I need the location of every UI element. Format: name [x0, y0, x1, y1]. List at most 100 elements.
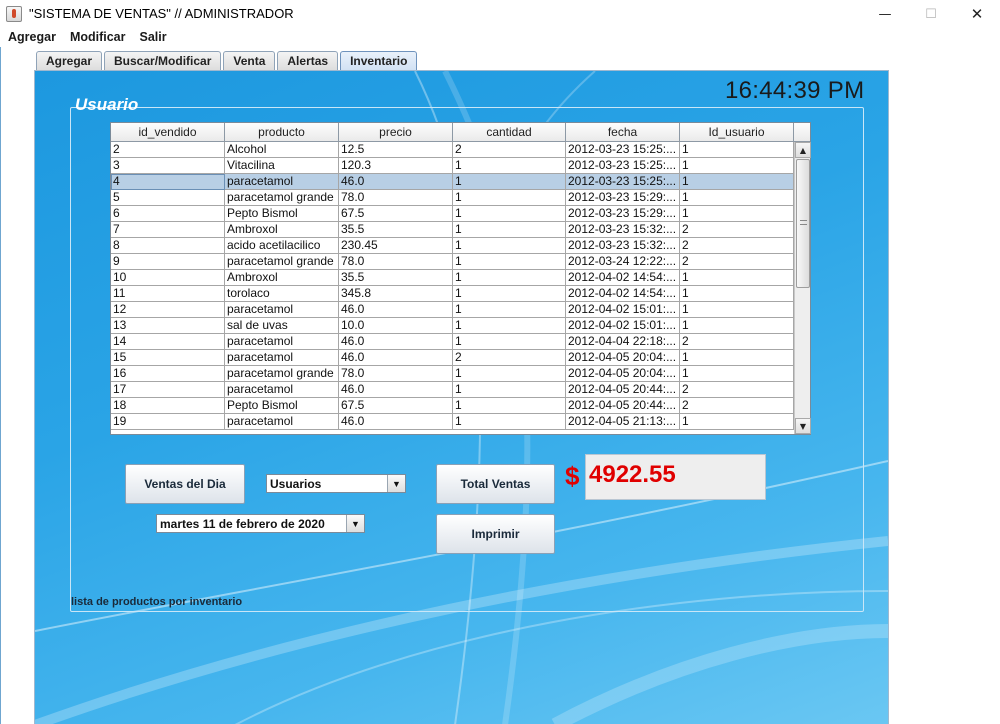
table-row[interactable]: 10 Ambroxol 35.5 1 2012-04-02 14:54:... 1 — [111, 270, 794, 286]
table-cell[interactable]: 10 — [111, 270, 225, 286]
table-cell[interactable]: 46.0 — [339, 350, 453, 366]
table-cell[interactable]: 1 — [453, 174, 566, 190]
table-cell[interactable]: 1 — [453, 398, 566, 414]
table-cell[interactable]: 2 — [453, 142, 566, 158]
table-cell[interactable]: 2012-04-02 15:01:... — [566, 318, 680, 334]
maximize-button[interactable]: ☐ — [908, 0, 954, 28]
chevron-down-icon[interactable]: ▼ — [387, 475, 405, 492]
menu-salir[interactable]: Salir — [132, 28, 173, 47]
tab-alertas[interactable]: Alertas — [277, 51, 339, 71]
table-cell[interactable]: 46.0 — [339, 302, 453, 318]
table-cell[interactable]: Alcohol — [225, 142, 339, 158]
table-cell[interactable]: 2012-04-05 20:04:... — [566, 350, 680, 366]
table-row[interactable]: 11 torolaco 345.8 1 2012-04-02 14:54:... 1 — [111, 286, 794, 302]
table-cell[interactable]: paracetamol — [225, 414, 339, 430]
table-cell[interactable]: 1 — [453, 366, 566, 382]
column-header-cantidad[interactable]: cantidad — [453, 123, 566, 142]
table-cell[interactable]: 1 — [453, 254, 566, 270]
table-cell[interactable]: 2012-03-23 15:25:... — [566, 158, 680, 174]
table-cell[interactable]: 2 — [680, 398, 794, 414]
table-cell[interactable]: 1 — [453, 238, 566, 254]
table-cell[interactable]: 2012-04-02 14:54:... — [566, 270, 680, 286]
table-cell[interactable]: 1 — [453, 414, 566, 430]
table-cell[interactable]: 12.5 — [339, 142, 453, 158]
menu-agregar[interactable]: Agregar — [0, 28, 62, 47]
table-row[interactable]: 14 paracetamol 46.0 1 2012-04-04 22:18:... 2 — [111, 334, 794, 350]
table-cell[interactable]: acido acetilacilico — [225, 238, 339, 254]
table-cell[interactable]: paracetamol — [225, 302, 339, 318]
table-cell[interactable]: 5 — [111, 190, 225, 206]
scroll-up-arrow-icon[interactable]: ▲ — [795, 142, 811, 158]
table-cell[interactable]: 16 — [111, 366, 225, 382]
table-cell[interactable]: 1 — [453, 286, 566, 302]
table-cell[interactable]: paracetamol — [225, 334, 339, 350]
table-row[interactable]: 13 sal de uvas 10.0 1 2012-04-02 15:01:... 1 — [111, 318, 794, 334]
table-cell[interactable]: 1 — [453, 382, 566, 398]
date-combo[interactable]: martes 11 de febrero de 2020 ▼ — [156, 514, 365, 533]
table-row[interactable]: 9 paracetamol grande 78.0 1 2012-03-24 12:22… — [111, 254, 794, 270]
table-cell[interactable]: 13 — [111, 318, 225, 334]
table-cell[interactable]: 2012-04-04 22:18:... — [566, 334, 680, 350]
table-cell[interactable]: 11 — [111, 286, 225, 302]
tab-inventario[interactable]: Inventario — [340, 51, 418, 72]
table-cell[interactable]: 1 — [680, 350, 794, 366]
table-cell[interactable]: 46.0 — [339, 382, 453, 398]
table-row[interactable]: 19 paracetamol 46.0 1 2012-04-05 21:13:... 1 — [111, 414, 794, 430]
table-cell[interactable]: Ambroxol — [225, 270, 339, 286]
table-cell[interactable]: 2 — [680, 238, 794, 254]
vertical-scrollbar[interactable]: ▲ ▼ — [794, 142, 811, 434]
chevron-down-icon[interactable]: ▼ — [346, 515, 364, 532]
table-cell[interactable]: paracetamol — [225, 174, 339, 190]
table-cell[interactable]: 1 — [680, 174, 794, 190]
table-cell[interactable]: Vitacilina — [225, 158, 339, 174]
table-cell[interactable]: 2012-03-23 15:25:... — [566, 142, 680, 158]
table-cell[interactable]: 1 — [680, 302, 794, 318]
table-cell[interactable]: 2012-04-05 20:04:... — [566, 366, 680, 382]
table-cell[interactable]: 1 — [680, 206, 794, 222]
table-cell[interactable]: 78.0 — [339, 254, 453, 270]
table-row[interactable]: 3 Vitacilina 120.3 1 2012-03-23 15:25:... 1 — [111, 158, 794, 174]
table-cell[interactable]: paracetamol — [225, 382, 339, 398]
table-cell[interactable]: 1 — [680, 270, 794, 286]
table-cell[interactable]: 2012-03-23 15:32:... — [566, 222, 680, 238]
table-cell[interactable]: 2 — [680, 222, 794, 238]
close-button[interactable]: ✕ — [954, 0, 1000, 28]
table-cell[interactable]: Pepto Bismol — [225, 206, 339, 222]
table-row[interactable]: 15 paracetamol 46.0 2 2012-04-05 20:04:... 1 — [111, 350, 794, 366]
table-row[interactable]: 4 paracetamol 46.0 1 2012-03-23 15:25:... 1 — [111, 174, 794, 190]
imprimir-button[interactable]: Imprimir — [436, 514, 555, 554]
table-cell[interactable]: sal de uvas — [225, 318, 339, 334]
table-cell[interactable]: 1 — [680, 286, 794, 302]
table-cell[interactable]: 12 — [111, 302, 225, 318]
table-cell[interactable]: 35.5 — [339, 222, 453, 238]
table-cell[interactable]: 4 — [111, 174, 225, 190]
table-cell[interactable]: 2 — [453, 350, 566, 366]
table-cell[interactable]: 1 — [680, 318, 794, 334]
total-ventas-button[interactable]: Total Ventas — [436, 464, 555, 504]
column-header-producto[interactable]: producto — [225, 123, 339, 142]
table-row[interactable]: 5 paracetamol grande 78.0 1 2012-03-23 15:29… — [111, 190, 794, 206]
column-header-id-vendido[interactable]: id_vendido — [111, 123, 225, 142]
table-body[interactable]: 2 Alcohol 12.5 2 2012-03-23 15:25:... 1 3 Vitac… — [111, 142, 794, 434]
table-cell[interactable]: 1 — [453, 206, 566, 222]
table-cell[interactable]: 2012-04-05 20:44:... — [566, 382, 680, 398]
table-cell[interactable]: 2 — [680, 382, 794, 398]
table-row[interactable]: 7 Ambroxol 35.5 1 2012-03-23 15:32:... 2 — [111, 222, 794, 238]
table-cell[interactable]: 1 — [453, 190, 566, 206]
table-cell[interactable]: 67.5 — [339, 206, 453, 222]
table-cell[interactable]: 2012-04-02 14:54:... — [566, 286, 680, 302]
table-cell[interactable]: 1 — [680, 414, 794, 430]
scrollbar-thumb[interactable] — [796, 159, 810, 288]
table-cell[interactable]: 78.0 — [339, 366, 453, 382]
table-cell[interactable]: 2 — [680, 254, 794, 270]
usuarios-combo[interactable]: Usuarios ▼ — [266, 474, 406, 493]
table-cell[interactable]: 7 — [111, 222, 225, 238]
table-cell[interactable]: 2012-03-23 15:32:... — [566, 238, 680, 254]
scroll-down-arrow-icon[interactable]: ▼ — [795, 418, 811, 434]
table-cell[interactable]: 15 — [111, 350, 225, 366]
table-cell[interactable]: Ambroxol — [225, 222, 339, 238]
table-cell[interactable]: paracetamol grande — [225, 190, 339, 206]
table-cell[interactable]: 14 — [111, 334, 225, 350]
column-header-precio[interactable]: precio — [339, 123, 453, 142]
table-cell[interactable]: 2012-03-23 15:29:... — [566, 190, 680, 206]
